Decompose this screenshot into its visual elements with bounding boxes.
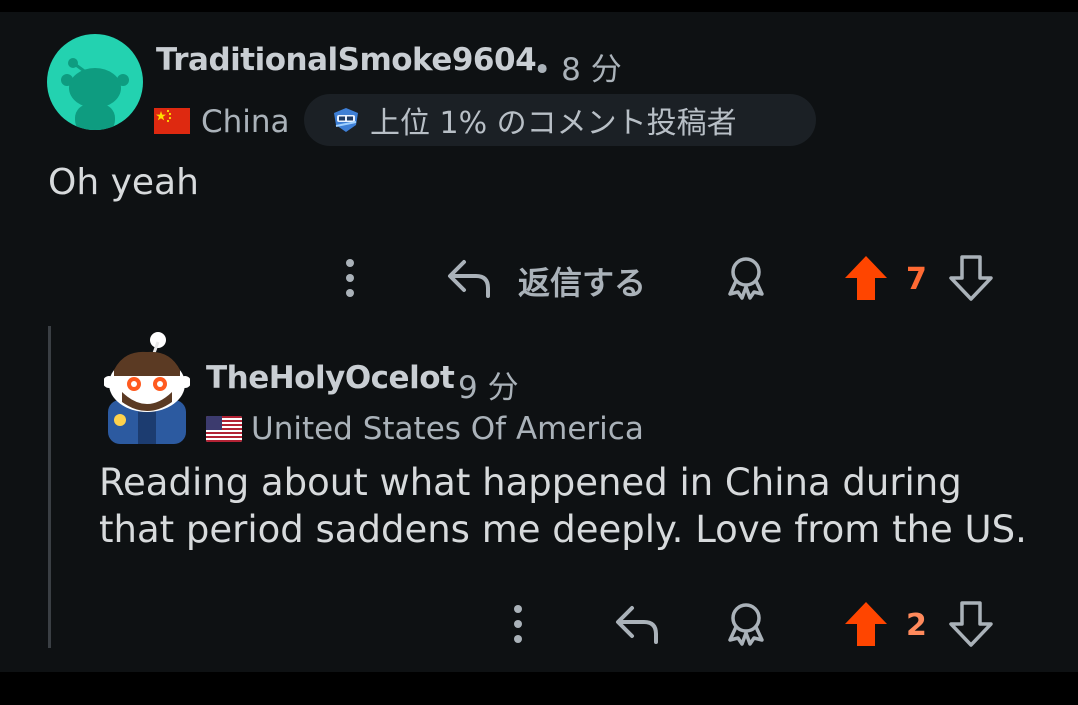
flag-us-icon	[206, 416, 242, 442]
downvote-icon[interactable]	[948, 254, 994, 302]
reply-button[interactable]	[612, 602, 662, 646]
reply-label[interactable]: 返信する	[518, 258, 646, 304]
avatar[interactable]	[104, 330, 190, 446]
reply-button[interactable]	[444, 256, 494, 300]
reply-time: 9 分	[458, 370, 519, 406]
comment-username[interactable]: TraditionalSmoke9604	[156, 42, 537, 78]
upvote-icon[interactable]	[843, 600, 889, 648]
reply-body-line: Reading about what happened in China dur…	[99, 461, 962, 504]
vote-count: 2	[906, 608, 927, 643]
reply-icon	[616, 606, 658, 644]
vote-count: 7	[906, 262, 927, 297]
snoo-avatar-icon	[104, 332, 190, 444]
upvote-icon[interactable]	[843, 254, 889, 302]
bottom-bar	[0, 672, 1078, 705]
comment-flair-country: China	[201, 104, 290, 140]
downvote-icon[interactable]	[948, 600, 994, 648]
more-vertical-icon[interactable]	[508, 604, 528, 644]
thread-line[interactable]	[48, 326, 51, 648]
reply-flair-country: United States Of America	[251, 411, 644, 447]
award-icon[interactable]	[722, 600, 770, 648]
comment-time: • 8 分	[533, 52, 622, 88]
badge-icon	[330, 105, 362, 135]
more-vertical-icon[interactable]	[340, 258, 360, 298]
award-icon[interactable]	[722, 254, 770, 302]
flag-cn-icon	[154, 108, 190, 134]
comment-body: Oh yeah	[48, 162, 199, 203]
badge-label: 上位 1% のコメント投稿者	[370, 106, 737, 141]
reply-body-line: that period saddens me deeply. Love from…	[99, 508, 1027, 551]
reply-username[interactable]: TheHolyOcelot	[206, 360, 455, 396]
top-commenter-badge[interactable]: 上位 1% のコメント投稿者	[304, 94, 816, 146]
reply-icon	[448, 260, 490, 298]
snoo-avatar-icon	[61, 58, 129, 130]
avatar[interactable]	[47, 34, 143, 130]
